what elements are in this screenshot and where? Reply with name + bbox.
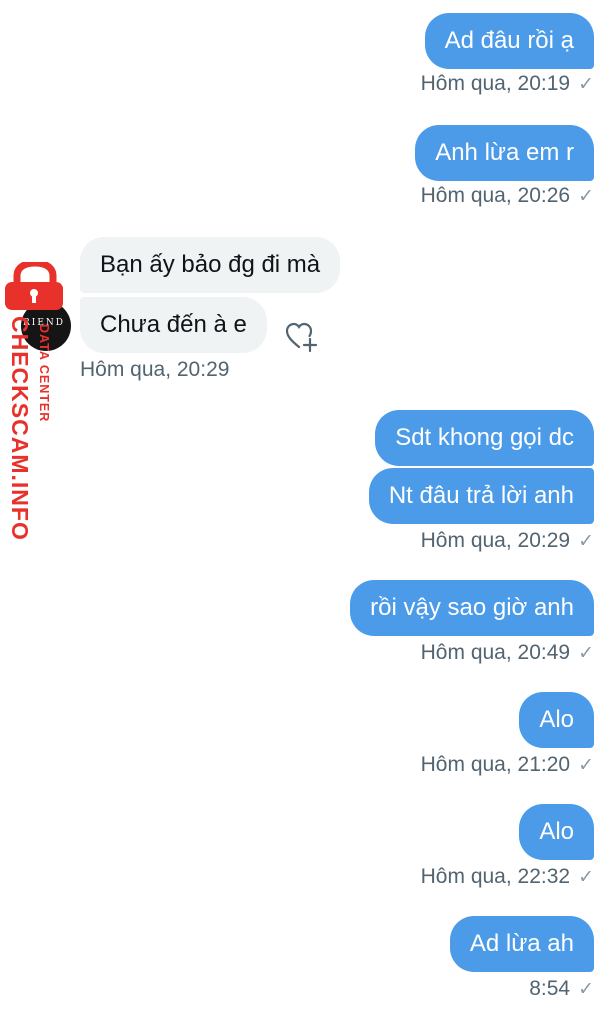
read-check-icon: ✓ (578, 866, 594, 888)
message-time: Hôm qua, 21:20 (420, 753, 571, 776)
message-meta: Hôm qua, 20:29 (80, 358, 229, 382)
message-bubble-outgoing[interactable]: Ad đâu rồi ạ (424, 13, 594, 69)
lock-icon (5, 262, 63, 310)
message-time: Hôm qua, 20:29 (420, 529, 571, 552)
message-time: Hôm qua, 22:32 (420, 865, 571, 888)
read-check-icon: ✓ (578, 754, 594, 776)
message-bubble-outgoing[interactable]: Alo (519, 692, 594, 748)
message-time: Hôm qua, 20:29 (80, 358, 230, 381)
message-time: 8:54 (529, 977, 571, 1000)
read-check-icon: ✓ (578, 978, 594, 1000)
message-bubble-outgoing[interactable]: Sdt khong gọi dc (375, 410, 594, 466)
message-meta: Hôm qua, 20:19 ✓ (421, 72, 594, 96)
message-meta: Hôm qua, 20:29 ✓ (421, 529, 594, 553)
read-check-icon: ✓ (578, 642, 594, 664)
watermark-site: CHECKSCAM.INFO (7, 316, 33, 541)
message-time: Hôm qua, 20:26 (420, 184, 571, 207)
message-meta: Hôm qua, 21:20 ✓ (421, 753, 594, 777)
message-meta: Hôm qua, 20:49 ✓ (421, 641, 594, 665)
heart-plus-icon (285, 322, 318, 353)
read-check-icon: ✓ (578, 73, 594, 95)
message-time: Hôm qua, 20:19 (420, 72, 571, 95)
message-bubble-incoming[interactable]: Bạn ấy bảo đg đi mà (80, 237, 341, 293)
message-bubble-outgoing[interactable]: Anh lừa em r (415, 125, 594, 181)
message-bubble-incoming[interactable]: Chưa đến à e (80, 297, 267, 353)
message-meta: Hôm qua, 22:32 ✓ (421, 865, 594, 889)
like-button[interactable] (283, 318, 319, 354)
message-time: Hôm qua, 20:49 (420, 641, 571, 664)
message-meta: 8:54 ✓ (529, 977, 594, 1001)
message-bubble-outgoing[interactable]: Ad lừa ah (449, 916, 594, 972)
message-bubble-outgoing[interactable]: Alo (519, 804, 594, 860)
message-bubble-outgoing[interactable]: rồi vậy sao giờ anh (350, 580, 594, 636)
message-bubble-outgoing[interactable]: Nt đâu trả lời anh (368, 468, 594, 524)
read-check-icon: ✓ (578, 530, 594, 552)
message-meta: Hôm qua, 20:26 ✓ (421, 184, 594, 208)
watermark-subtitle: DATA CENTER (37, 324, 51, 423)
read-check-icon: ✓ (578, 185, 594, 207)
